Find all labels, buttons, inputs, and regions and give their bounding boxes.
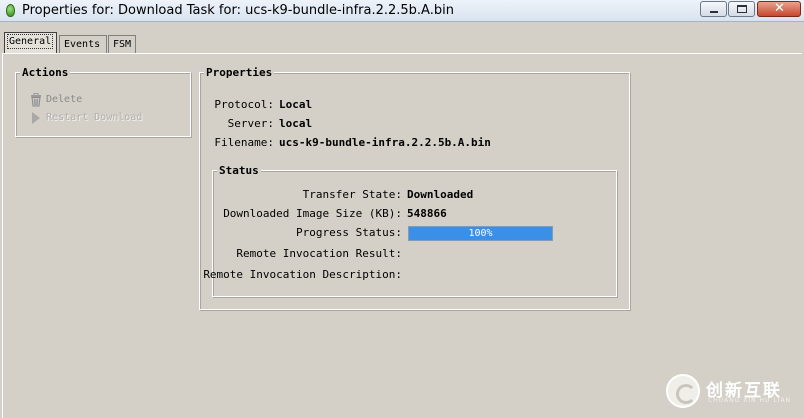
restart-download-label: Restart Download [46, 112, 143, 123]
properties-legend: Properties [204, 66, 275, 79]
maximize-icon [737, 5, 747, 13]
remote-result-row: Remote Invocation Result: [212, 247, 612, 261]
filename-row: Filename: ucs-k9-bundle-infra.2.2.5b.A.b… [199, 136, 619, 150]
title-bar[interactable]: Properties for: Download Task for: ucs-k… [0, 0, 804, 22]
filename-label: Filename: [214, 136, 274, 149]
tab-fsm-label: FSM [113, 39, 132, 50]
progress-text: 100% [468, 228, 493, 239]
tab-fsm[interactable]: FSM [108, 35, 136, 53]
remote-description-label: Remote Invocation Description: [203, 268, 402, 281]
image-size-row: Downloaded Image Size (KB): 548866 [212, 207, 612, 221]
tab-events[interactable]: Events [59, 35, 107, 53]
close-button[interactable]: ✕ [757, 1, 801, 17]
app-icon [6, 4, 15, 17]
image-size-value: 548866 [407, 207, 447, 220]
minimize-button[interactable] [700, 1, 727, 17]
remote-description-row: Remote Invocation Description: [203, 268, 612, 282]
delete-label: Delete [46, 94, 83, 105]
filename-value: ucs-k9-bundle-infra.2.2.5b.A.bin [279, 136, 491, 149]
image-size-label: Downloaded Image Size (KB): [223, 207, 402, 220]
server-label: Server: [227, 117, 274, 130]
watermark-subtext: CHUANG XIN HU LIAN [708, 397, 792, 404]
actions-group: Actions Delete Restart Download [15, 66, 191, 137]
transfer-state-label: Transfer State: [302, 188, 402, 201]
transfer-state-row: Transfer State: Downloaded [212, 188, 612, 202]
play-icon [32, 112, 40, 124]
tab-events-label: Events [64, 39, 101, 50]
minimize-icon [710, 11, 718, 13]
protocol-value: Local [279, 98, 313, 111]
tab-general[interactable]: General [4, 32, 57, 53]
maximize-button[interactable] [728, 1, 755, 17]
watermark-icon [666, 374, 700, 408]
protocol-row: Protocol: Local [199, 98, 619, 112]
server-value: local [279, 117, 313, 130]
remote-result-label: Remote Invocation Result: [236, 247, 402, 260]
trash-icon [31, 93, 41, 107]
protocol-label: Protocol: [214, 98, 274, 111]
transfer-state-value: Downloaded [407, 188, 474, 201]
server-row: Server: local [199, 117, 619, 131]
close-icon: ✕ [774, 1, 785, 16]
actions-legend: Actions [20, 66, 71, 79]
window-title: Properties for: Download Task for: ucs-k… [22, 3, 454, 18]
progress-bar: 100% [408, 226, 553, 241]
tab-general-label: General [6, 34, 54, 49]
status-legend: Status [217, 164, 261, 177]
progress-label: Progress Status: [296, 226, 402, 239]
watermark-logo: 创新互联 CHUANG XIN HU LIAN [666, 370, 800, 412]
